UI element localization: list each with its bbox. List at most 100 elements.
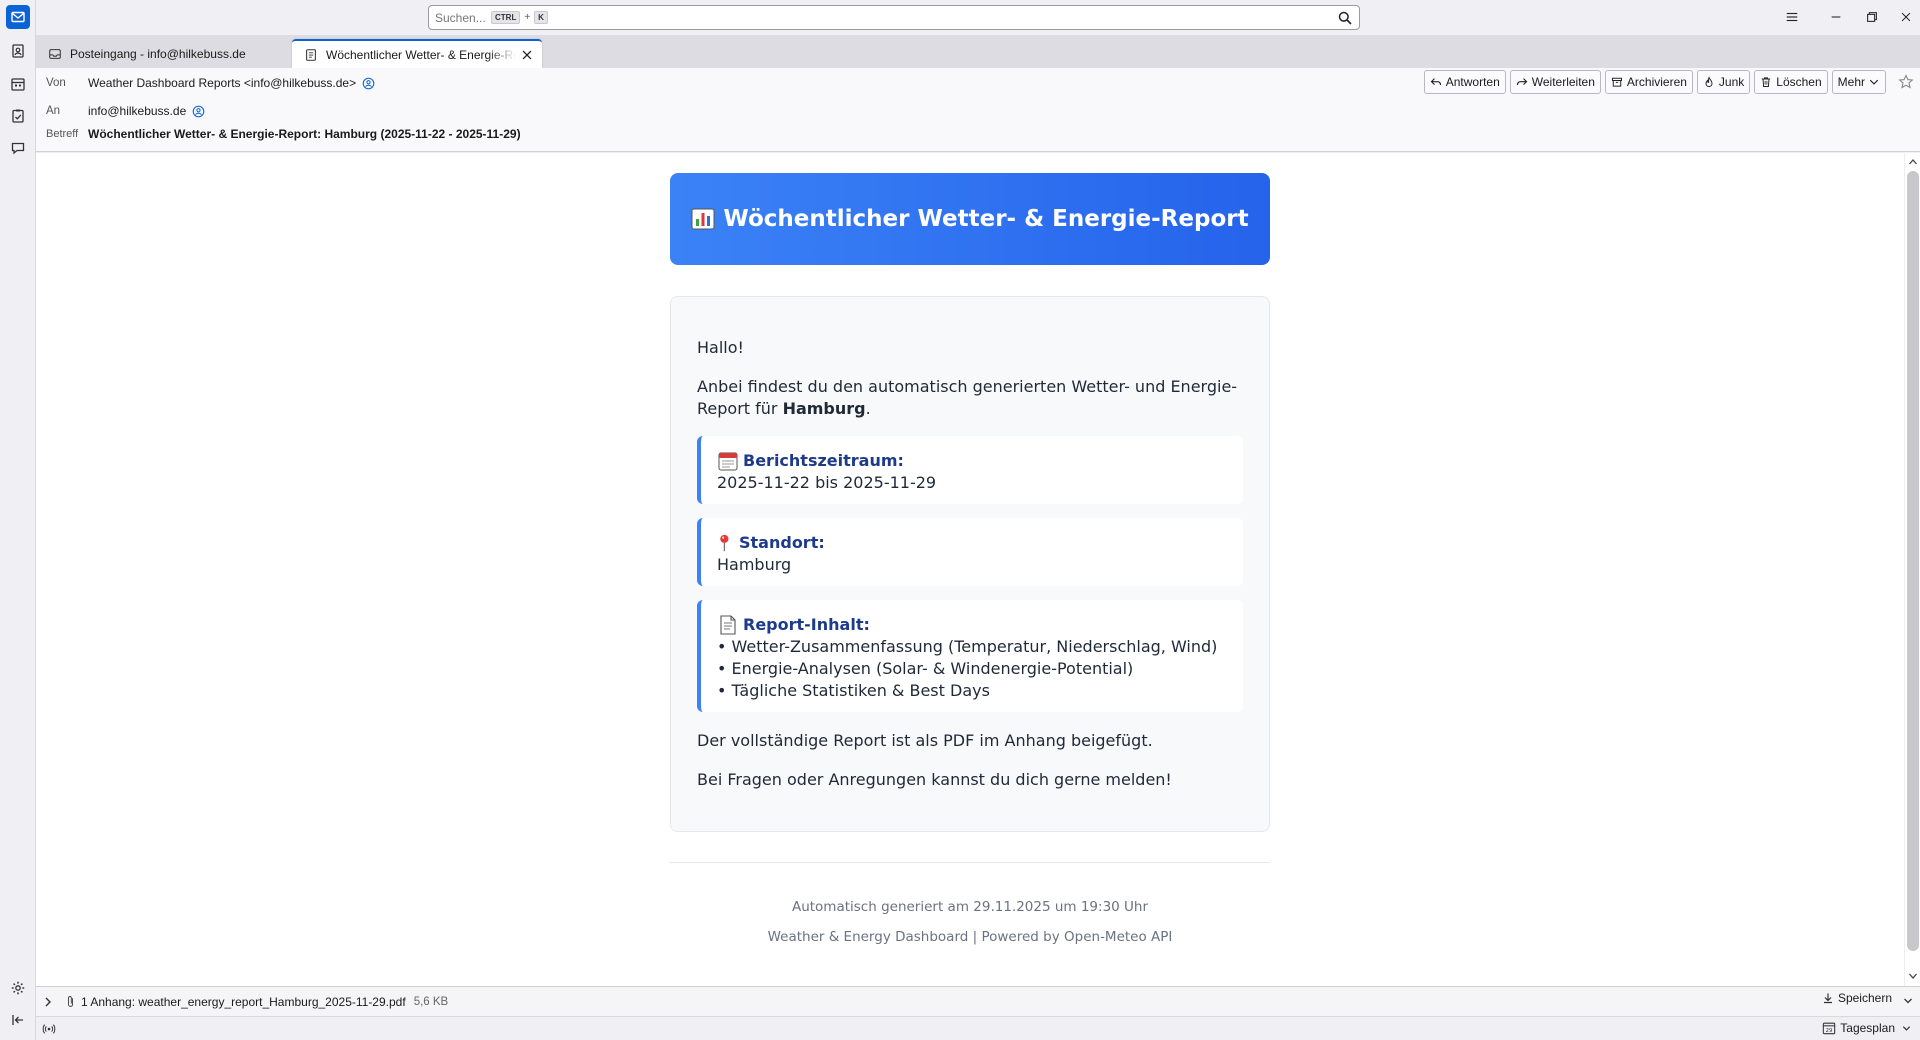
online-status-icon[interactable]	[42, 1022, 56, 1036]
calendar-icon	[11, 78, 25, 91]
greeting: Hallo!	[697, 338, 744, 357]
period-title: Berichtszeitraum:	[743, 451, 904, 470]
intro-text: Anbei findest du den automatisch generie…	[697, 376, 1243, 420]
shortcut-plus: +	[524, 12, 531, 23]
chevron-down-icon[interactable]	[1902, 995, 1914, 1007]
minimize-button[interactable]	[1825, 6, 1847, 28]
junk-button[interactable]: Junk	[1696, 70, 1751, 94]
close-icon	[1901, 12, 1911, 22]
search-input[interactable]	[435, 10, 491, 25]
location-title-row: Standort:	[717, 532, 1227, 554]
delete-label: Löschen	[1776, 75, 1822, 89]
gear-icon	[11, 981, 25, 995]
tab-message[interactable]: Wöchentlicher Wetter- & Energie-Report: …	[292, 39, 542, 68]
contact-icon[interactable]	[362, 77, 375, 90]
from-value[interactable]: Weather Dashboard Reports <info@hilkebus…	[88, 76, 356, 90]
minimize-icon	[1831, 16, 1841, 18]
report-banner: Wöchentlicher Wetter- & Energie-Report	[670, 173, 1270, 265]
subject-label: Betreff	[46, 128, 79, 140]
junk-flame-icon	[1705, 76, 1713, 87]
message-header: Von Weather Dashboard Reports <info@hilk…	[36, 68, 1920, 152]
close-window-button[interactable]	[1895, 6, 1917, 28]
forward-icon	[1516, 78, 1528, 86]
junk-label: Junk	[1718, 75, 1745, 89]
search-icon[interactable]	[1337, 10, 1353, 26]
inbox-icon	[49, 48, 61, 59]
footer-generated: Automatisch generiert am 29.11.2025 um 1…	[791, 899, 1149, 915]
hamburger-menu-icon	[1786, 12, 1798, 22]
restore-button[interactable]	[1861, 6, 1883, 28]
reply-button[interactable]: Antworten	[1423, 70, 1506, 94]
address-book-icon	[12, 44, 24, 58]
address-book-space-button[interactable]	[6, 39, 30, 63]
delete-button[interactable]: Löschen	[1754, 70, 1828, 94]
archive-button[interactable]: Archivieren	[1604, 70, 1693, 94]
message-body: Wöchentlicher Wetter- & Energie-Report H…	[36, 153, 1904, 986]
today-pane-toggle[interactable]: 29 Tagesplan	[1822, 1021, 1912, 1035]
attachment-summary[interactable]: 1 Anhang: weather_energy_report_Hamburg_…	[81, 995, 406, 1009]
to-value[interactable]: info@hilkebuss.de	[88, 104, 186, 118]
pdf-note: Der vollständige Report ist als PDF im A…	[697, 731, 1153, 750]
forward-button[interactable]: Weiterleiten	[1509, 70, 1601, 94]
content-box: Report-Inhalt: • Wetter-Zusammenfassung …	[697, 600, 1243, 712]
scroll-down-icon[interactable]	[1908, 971, 1918, 981]
calendar-emoji-icon	[718, 452, 738, 471]
body-scrollbar[interactable]	[1904, 153, 1920, 986]
footer-divider	[670, 862, 1270, 863]
scroll-thumb[interactable]	[1907, 171, 1919, 951]
chevron-down-icon	[1869, 79, 1879, 85]
intro-before: Anbei findest du den automatisch generie…	[697, 377, 1238, 418]
message-icon	[306, 48, 316, 61]
subject-value: Wöchentlicher Wetter- & Energie-Report: …	[88, 127, 521, 141]
archive-icon	[1611, 77, 1622, 87]
from-row: Von Weather Dashboard Reports <info@hilk…	[46, 76, 375, 90]
tasks-icon	[12, 109, 24, 123]
attachment-size: 5,6 KB	[413, 995, 449, 1008]
today-label: Tagesplan	[1840, 1021, 1895, 1035]
intro-city: Hamburg	[782, 399, 866, 418]
tasks-space-button[interactable]	[6, 104, 30, 128]
close-tab-icon[interactable]	[520, 48, 534, 62]
report-card: Hallo! Anbei findest du den automatisch …	[670, 296, 1270, 832]
content-item: • Energie-Analysen (Solar- & Windenergie…	[717, 659, 1134, 678]
shortcut-key-k: K	[534, 11, 548, 24]
document-icon	[720, 615, 736, 635]
svg-text:29: 29	[1826, 1028, 1833, 1034]
content-title-row: Report-Inhalt:	[717, 614, 1227, 636]
tab-inbox-label: Posteingang - info@hilkebuss.de	[70, 46, 246, 61]
location-value: Hamburg	[717, 555, 792, 574]
chat-space-button[interactable]	[6, 136, 30, 160]
tab-message-label: Wöchentlicher Wetter- & Energie-Report: …	[326, 47, 516, 62]
title-bar: CTRL + K	[36, 0, 1920, 35]
expand-attachments-icon[interactable]	[42, 996, 54, 1008]
contact-icon[interactable]	[192, 105, 205, 118]
to-row: An info@hilkebuss.de	[46, 104, 205, 118]
restore-icon	[1867, 12, 1877, 22]
save-attachment-button[interactable]: Speichern	[1822, 991, 1892, 1005]
from-label: Von	[46, 77, 66, 89]
paperclip-icon	[67, 995, 74, 1007]
tab-inbox[interactable]: Posteingang - info@hilkebuss.de	[36, 39, 286, 68]
mail-space-button[interactable]	[6, 5, 30, 29]
content-item: • Wetter-Zusammenfassung (Temperatur, Ni…	[717, 637, 1218, 656]
settings-button[interactable]	[6, 976, 30, 1000]
location-box: Standort: Hamburg	[697, 518, 1243, 586]
star-icon[interactable]	[1898, 74, 1914, 90]
collapse-left-icon	[12, 1015, 23, 1025]
reply-icon	[1430, 78, 1441, 86]
global-search[interactable]: CTRL + K	[428, 5, 1360, 30]
collapse-spaces-button[interactable]	[6, 1008, 30, 1032]
questions-text: Bei Fragen oder Anregungen kannst du dic…	[697, 770, 1172, 789]
more-button[interactable]: Mehr	[1831, 70, 1886, 94]
calendar-space-button[interactable]	[6, 72, 30, 96]
status-bar: 29 Tagesplan	[36, 1016, 1920, 1040]
download-icon	[1823, 993, 1832, 1004]
reply-label: Antworten	[1445, 75, 1500, 89]
app-menu-button[interactable]	[1781, 6, 1803, 28]
intro-after: .	[865, 399, 871, 418]
email-content: Wöchentlicher Wetter- & Energie-Report H…	[670, 173, 1270, 945]
scroll-up-icon[interactable]	[1908, 157, 1918, 167]
message-actions: Antworten Weiterleiten Archivieren Junk …	[1423, 70, 1886, 94]
spaces-toolbar	[0, 0, 36, 1040]
forward-label: Weiterleiten	[1531, 75, 1595, 89]
